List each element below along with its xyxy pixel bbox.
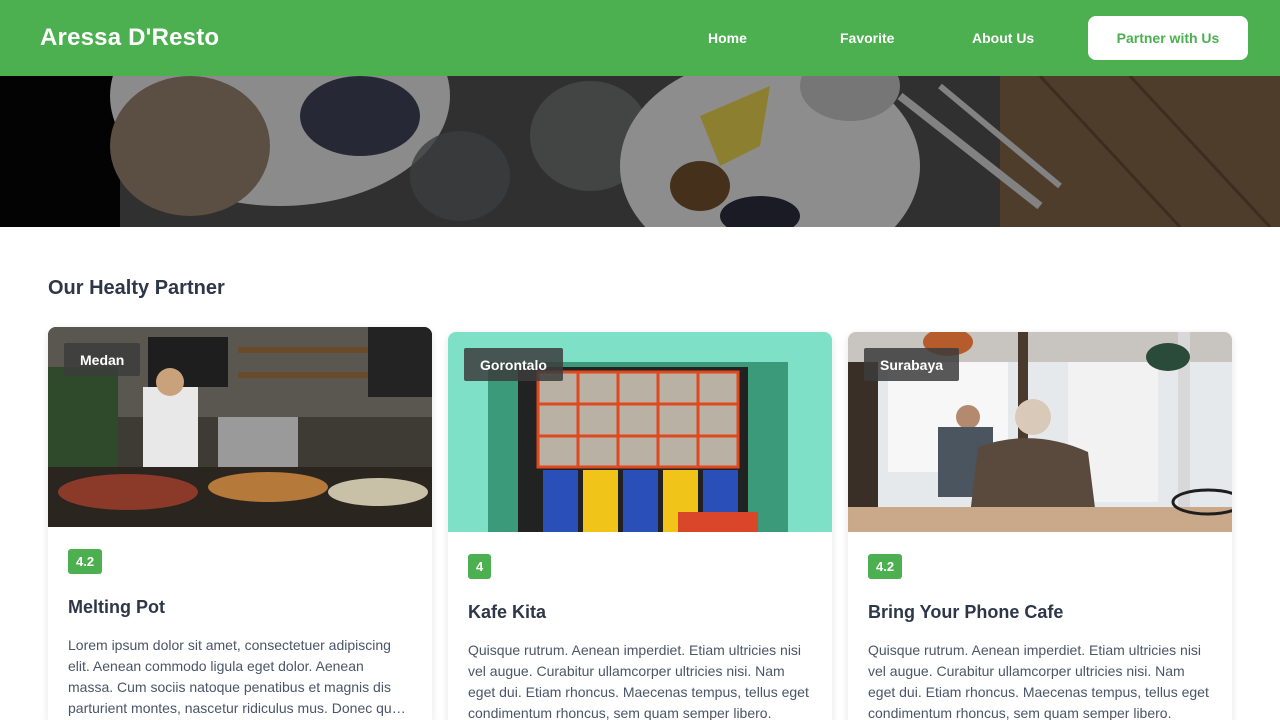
- rating-badge: 4.2: [68, 549, 103, 574]
- nav-home-link[interactable]: Home: [708, 30, 747, 46]
- restaurant-image: Gorontalo: [448, 332, 832, 532]
- rating-badge: 4: [468, 554, 492, 579]
- brand-logo[interactable]: Aressa D'Resto: [40, 24, 219, 52]
- restaurant-card[interactable]: Medan 4.2 Melting Pot Lorem ipsum dolor …: [48, 327, 432, 720]
- restaurant-card[interactable]: Gorontalo 4 Kafe Kita Quisque rutrum. Ae…: [448, 332, 832, 720]
- city-badge: Gorontalo: [464, 348, 563, 381]
- restaurant-name[interactable]: Melting Pot: [68, 597, 165, 618]
- restaurant-name[interactable]: Kafe Kita: [468, 602, 546, 623]
- app-header: Aressa D'Resto Home Favorite About Us Pa…: [0, 0, 1280, 76]
- restaurant-description: Lorem ipsum dolor sit amet, consectetuer…: [68, 637, 412, 716]
- rating-badge: 4.2: [868, 554, 903, 579]
- restaurant-image: Medan: [48, 327, 432, 527]
- restaurant-card[interactable]: Surabaya 4.2 Bring Your Phone Cafe Quisq…: [848, 332, 1232, 720]
- city-badge: Medan: [64, 343, 141, 376]
- nav-about-link[interactable]: About Us: [972, 30, 1034, 46]
- hero-image: [0, 76, 1280, 227]
- partner-with-us-button[interactable]: Partner with Us: [1088, 16, 1248, 60]
- nav-favorite-link[interactable]: Favorite: [840, 30, 894, 46]
- restaurant-description: Quisque rutrum. Aenean imperdiet. Etiam …: [468, 642, 809, 720]
- restaurant-name[interactable]: Bring Your Phone Cafe: [868, 602, 1063, 623]
- city-badge: Surabaya: [864, 348, 960, 381]
- restaurant-image: Surabaya: [848, 332, 1232, 532]
- restaurant-description: Quisque rutrum. Aenean imperdiet. Etiam …: [868, 642, 1209, 720]
- section-title: Our Healty Partner: [48, 277, 225, 299]
